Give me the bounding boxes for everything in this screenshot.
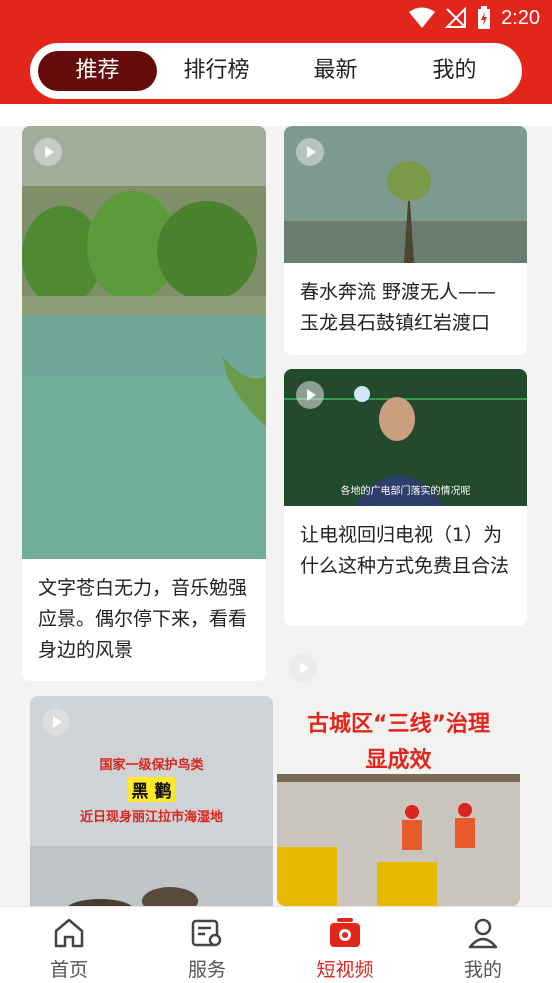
nav-profile[interactable]: 我的 [414, 907, 552, 983]
status-time: 2:20 [501, 6, 540, 29]
nav-home[interactable]: 首页 [0, 907, 138, 983]
video-thumbnail[interactable] [284, 126, 527, 263]
nav-label: 我的 [463, 959, 502, 981]
wifi-icon [409, 7, 436, 28]
nav-short-video[interactable]: 短视频 [276, 907, 414, 983]
top-header: 2:20 推荐 排行榜 最新 我的 [0, 0, 552, 104]
video-card[interactable]: 春水奔流 野渡无人——玉龙县石鼓镇红岩渡口 [284, 126, 527, 355]
video-title: 文字苍白无力，音乐勉强应景。偶尔停下来，看看身边的风景 [38, 577, 248, 661]
video-card[interactable]: 文字苍白无力，音乐勉强应景。偶尔停下来，看看身边的风景 [22, 126, 266, 681]
status-bar: 2:20 [0, 0, 552, 38]
play-icon [296, 381, 324, 409]
video-title: 春水奔流 野渡无人——玉龙县石鼓镇红岩渡口 [300, 281, 497, 334]
nav-label: 短视频 [316, 959, 374, 981]
short-video-icon [330, 918, 360, 947]
lake-scene-image [22, 126, 266, 559]
nav-label: 服务 [187, 959, 226, 981]
top-tab-bar: 推荐 排行榜 最新 我的 [30, 43, 522, 99]
video-card[interactable]: 古城区“三线”治理 显成效 [277, 642, 520, 906]
play-icon [42, 708, 70, 736]
play-icon [296, 138, 324, 166]
tab-latest[interactable]: 最新 [276, 51, 395, 91]
nav-label: 首页 [49, 959, 88, 981]
video-card[interactable]: 各地的广电部门落实的情况呢 让电视回归电视（1）为什么这种方式免费且合法 [284, 369, 527, 626]
profile-icon [468, 918, 498, 949]
video-thumbnail[interactable]: 古城区“三线”治理 显成效 [277, 642, 520, 906]
play-icon [289, 654, 317, 682]
header-divider [0, 104, 552, 126]
no-signal-icon [445, 7, 467, 28]
video-subtitle: 各地的广电部门落实的情况呢 [340, 486, 471, 497]
home-icon [54, 918, 84, 948]
service-icon [191, 919, 222, 947]
video-thumbnail[interactable] [22, 126, 266, 559]
workers-scene-image [277, 642, 520, 906]
tab-recommend[interactable]: 推荐 [38, 51, 157, 91]
battery-charging-icon [478, 6, 491, 29]
video-feed[interactable]: 文字苍白无力，音乐勉强应景。偶尔停下来，看看身边的风景 国家一级保护鸟类 黑 鹳… [0, 126, 552, 906]
video-thumbnail[interactable]: 各地的广电部门落实的情况呢 [284, 369, 527, 506]
tab-ranking[interactable]: 排行榜 [157, 51, 276, 91]
video-title: 让电视回归电视（1）为什么这种方式免费且合法 [300, 524, 510, 577]
video-thumbnail[interactable]: 国家一级保护鸟类 黑 鹳 近日现身丽江拉市海湿地 [30, 696, 273, 906]
bottom-navigation: 首页 服务 短视频 我的 [0, 906, 552, 983]
status-icons: 2:20 [409, 6, 540, 30]
video-overlay-text: 国家一级保护鸟类 黑 鹳 近日现身丽江拉市海湿地 [79, 758, 223, 825]
play-icon [34, 138, 62, 166]
video-card[interactable]: 国家一级保护鸟类 黑 鹳 近日现身丽江拉市海湿地 [30, 696, 273, 906]
tab-mine[interactable]: 我的 [395, 51, 514, 91]
video-overlay-text: 古城区“三线”治理 显成效 [307, 712, 490, 773]
nav-service[interactable]: 服务 [138, 907, 276, 983]
